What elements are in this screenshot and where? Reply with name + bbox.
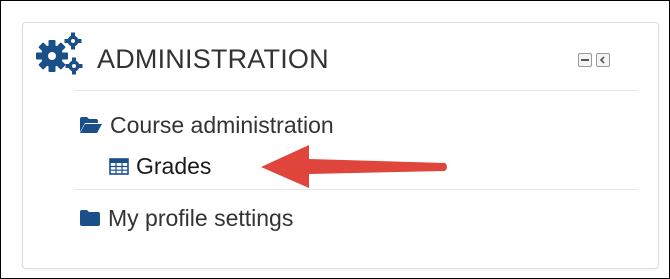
tree-item-label: My profile settings [108, 205, 294, 231]
dock-icon [599, 56, 605, 64]
gears-icon [36, 32, 83, 75]
screenshot-frame: ADMINISTRATION Course administration Gra… [0, 0, 670, 279]
dock-button[interactable] [596, 53, 610, 67]
folder-icon [80, 210, 100, 226]
tree-item-label: Course administration [110, 112, 334, 138]
table-icon [109, 157, 129, 175]
tree-item-course-administration[interactable]: Course administration [79, 111, 334, 139]
minimize-button[interactable] [578, 53, 592, 67]
minimize-icon [581, 59, 589, 61]
red-arrow-annotation [261, 145, 447, 188]
section-divider [75, 189, 637, 190]
block-header: ADMINISTRATION [23, 23, 658, 91]
administration-block: ADMINISTRATION Course administration Gra… [22, 22, 659, 269]
tree-item-my-profile-settings[interactable]: My profile settings [79, 204, 293, 232]
tree-item-label: Grades [136, 153, 212, 179]
header-divider [75, 90, 637, 91]
folder-open-icon [80, 117, 102, 133]
block-title: ADMINISTRATION [97, 44, 329, 74]
tree-item-grades[interactable]: Grades [109, 152, 211, 180]
